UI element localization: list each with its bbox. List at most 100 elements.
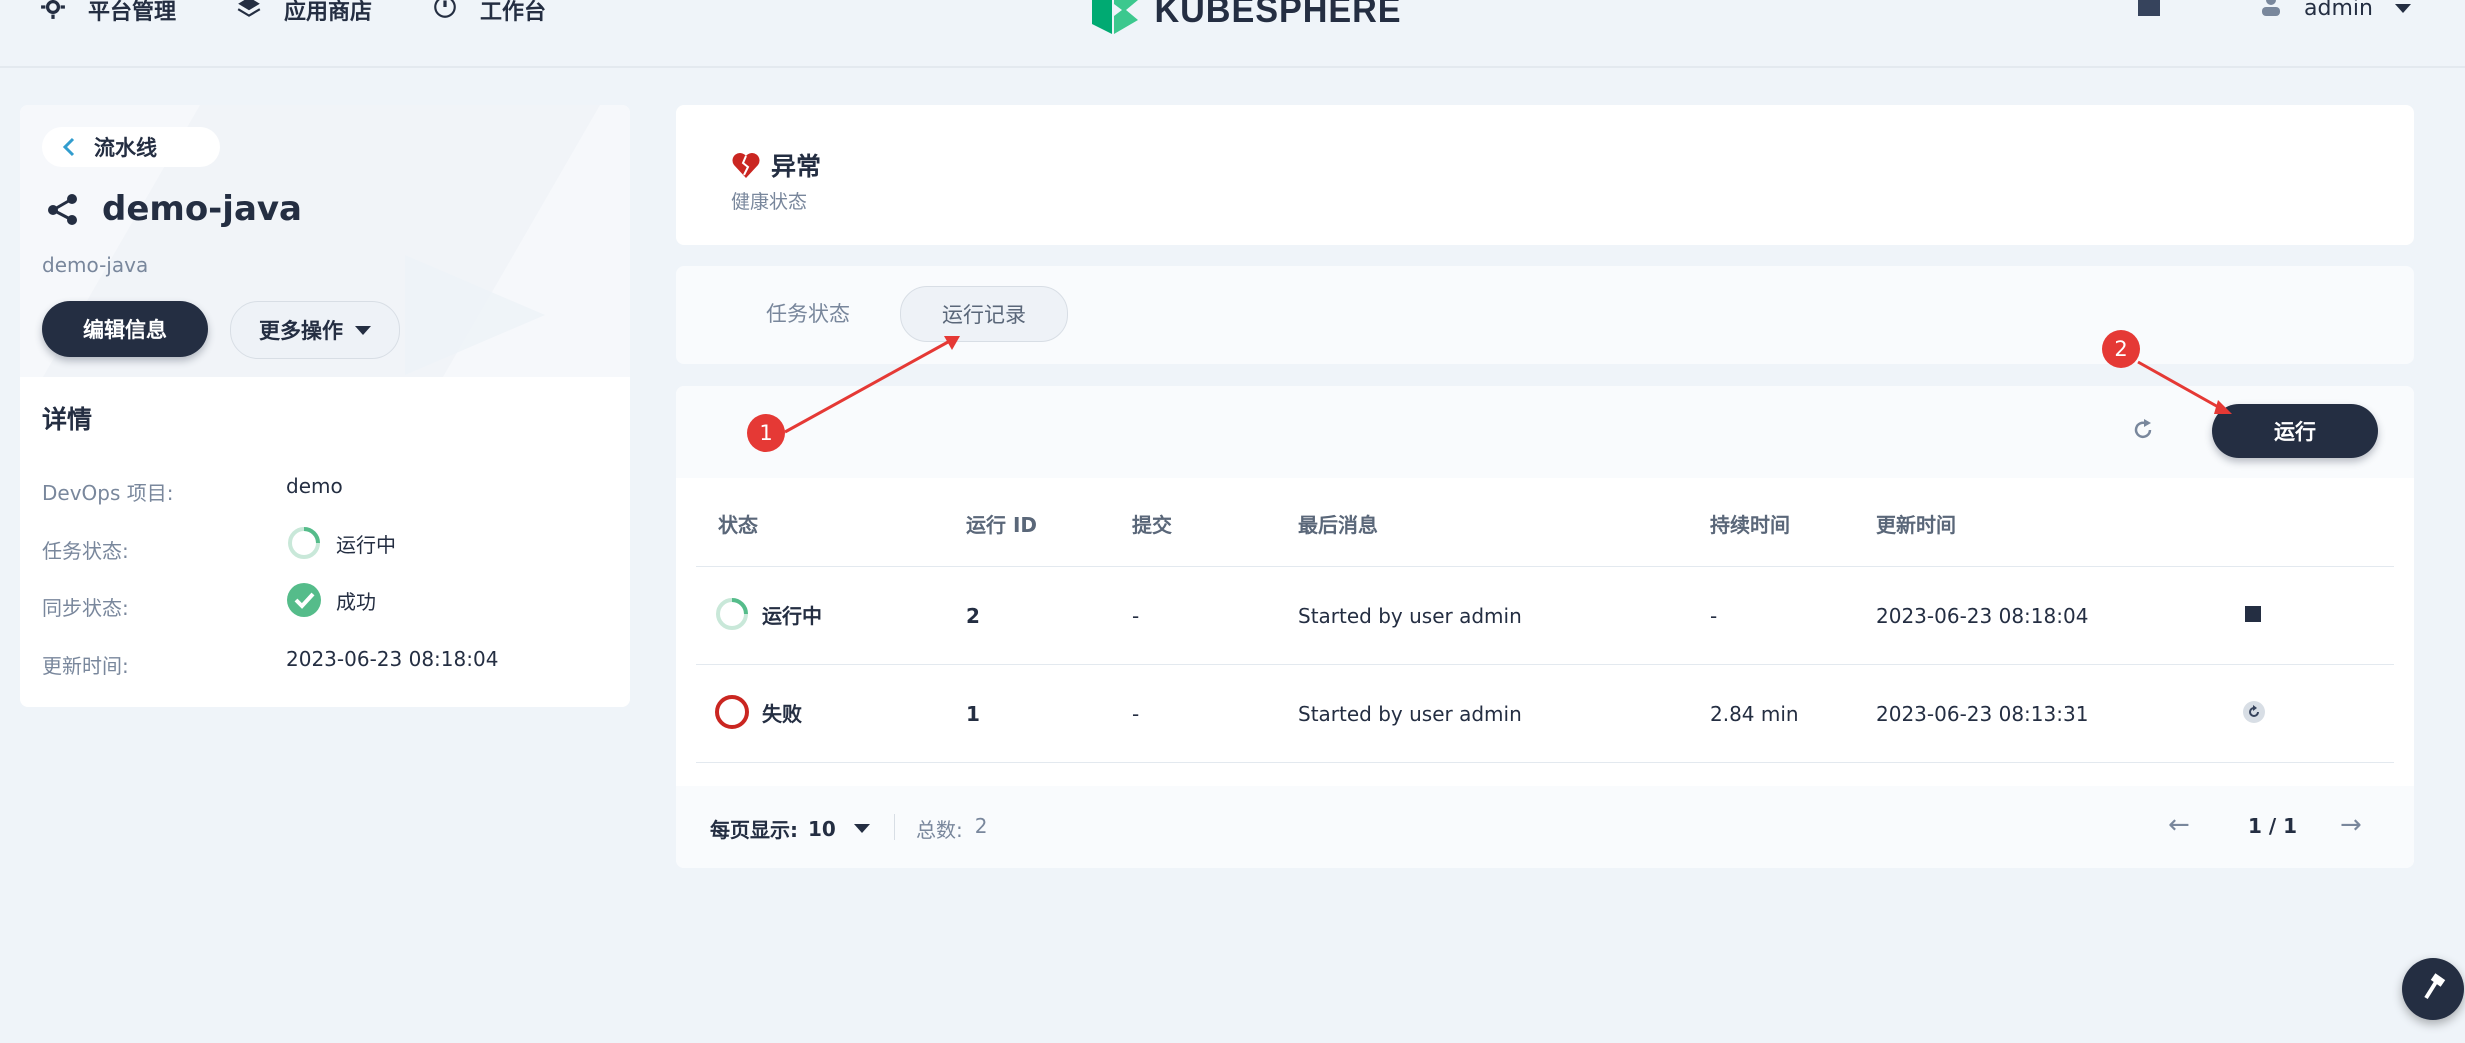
health-status-text: 异常: [771, 152, 822, 181]
pipeline-info-card: 流水线 demo-java demo-java 编辑信息 更多操作 详情 Dev…: [20, 105, 630, 707]
run-id-link[interactable]: 1: [966, 702, 980, 726]
total-count: 总数: 2: [916, 814, 987, 843]
table-toolbar: 运行: [676, 386, 2414, 478]
back-label: 流水线: [94, 136, 157, 160]
commit-value: -: [1132, 702, 1140, 726]
sync-status-text: 成功: [336, 589, 376, 614]
more-actions-label: 更多操作: [259, 319, 343, 343]
row-divider: [696, 664, 2394, 665]
pipeline-name: demo-java: [102, 189, 302, 229]
nav-platform-label: 平台管理: [88, 0, 177, 25]
pagination-footer: 每页显示: 10 总数: 2 ← 1 / 1 →: [676, 786, 2414, 868]
updated-value: 2023-06-23 08:13:31: [1876, 702, 2089, 726]
logo-text: KUBESPHERE: [1154, 0, 1402, 30]
running-status-icon: [716, 598, 748, 630]
duration-value: 2.84 min: [1710, 702, 1799, 726]
detail-label-task-status: 任务状态:: [42, 539, 129, 563]
username: admin: [2304, 0, 2373, 21]
pipeline-subtitle: demo-java: [42, 253, 149, 277]
column-header-duration: 持续时间: [1710, 513, 1790, 537]
nav-platform[interactable]: 平台管理: [40, 0, 176, 26]
run-id-link[interactable]: 2: [966, 604, 980, 628]
success-check-icon: [287, 583, 321, 617]
nav-workbench[interactable]: 工作台: [432, 0, 546, 26]
nav-appstore-label: 应用商店: [284, 0, 373, 25]
kubesphere-logo-icon: [1092, 0, 1138, 34]
detail-label-project: DevOps 项目:: [42, 481, 174, 505]
next-page-icon[interactable]: →: [2340, 810, 2362, 840]
kubesphere-logo[interactable]: KUBESPHERE: [1092, 0, 1408, 34]
annotation-badge-1: 1: [747, 414, 785, 452]
page-indicator: 1 / 1: [2248, 814, 2298, 838]
updated-time-text: 2023-06-23 08:18:04: [286, 647, 499, 671]
gear-icon: [40, 0, 66, 26]
refresh-icon[interactable]: [2130, 417, 2156, 443]
tabs-bar: 任务状态 运行记录: [676, 266, 2414, 364]
chevron-down-icon: [853, 824, 870, 833]
updated-value: 2023-06-23 08:18:04: [1876, 604, 2089, 628]
dashboard-icon: [432, 0, 458, 26]
detail-value-project: demo: [286, 474, 343, 498]
per-page-value: 10: [808, 816, 836, 841]
header-decoration-triangle: [405, 255, 545, 375]
pipeline-icon: [48, 194, 77, 225]
row-status: 运行中: [714, 596, 822, 632]
health-status-card: 异常 健康状态: [676, 105, 2414, 245]
total-value: 2: [974, 814, 988, 838]
previous-page-icon[interactable]: ←: [2168, 810, 2190, 840]
pipeline-header: 流水线 demo-java demo-java 编辑信息 更多操作: [20, 105, 630, 377]
tab-task-status[interactable]: 任务状态: [720, 286, 896, 340]
chevron-left-icon: [62, 137, 75, 157]
stop-icon[interactable]: [2245, 606, 2261, 622]
commit-value: -: [1132, 604, 1140, 628]
more-actions-button[interactable]: 更多操作: [230, 301, 400, 359]
user-icon: [2260, 0, 2282, 22]
edit-info-button[interactable]: 编辑信息: [42, 301, 208, 357]
column-header-last-message: 最后消息: [1298, 513, 1378, 537]
broken-heart-icon: [732, 153, 760, 178]
tab-run-records[interactable]: 运行记录: [900, 286, 1068, 342]
annotation-badge-2: 2: [2102, 330, 2140, 368]
status-text: 失败: [762, 701, 802, 726]
detail-value-updated: 2023-06-23 08:18:04: [286, 647, 498, 671]
user-menu[interactable]: admin: [2260, 0, 2411, 22]
row-divider: [696, 762, 2394, 763]
run-records-card: 运行 状态 运行 ID 提交 最后消息 持续时间 更新时间 运行中 2 - St…: [676, 386, 2414, 868]
detail-value-sync-status: 成功: [286, 582, 376, 618]
details-title: 详情: [42, 405, 93, 434]
row-divider: [696, 566, 2394, 567]
detail-label-updated: 更新时间:: [42, 654, 129, 678]
detail-label-sync-status: 同步状态:: [42, 596, 129, 620]
per-page-label: 每页显示:: [710, 818, 798, 842]
task-status-text: 运行中: [336, 532, 396, 557]
column-header-commit: 提交: [1132, 513, 1172, 537]
chevron-down-icon: [355, 325, 371, 335]
nav-appstore[interactable]: 应用商店: [236, 0, 372, 26]
health-status: 异常: [731, 147, 821, 183]
column-header-updated: 更新时间: [1876, 513, 1956, 537]
status-text: 运行中: [762, 603, 822, 628]
toolbox-button[interactable]: [2402, 958, 2464, 1020]
last-message: Started by user admin: [1298, 604, 1522, 628]
layers-icon: [236, 0, 262, 26]
total-label: 总数:: [916, 818, 963, 842]
health-status-label: 健康状态: [731, 191, 808, 213]
hammer-icon: [2424, 973, 2446, 1000]
per-page-select[interactable]: 每页显示: 10: [710, 814, 870, 843]
pipeline-title: demo-java: [46, 189, 302, 229]
last-message: Started by user admin: [1298, 702, 1522, 726]
column-header-run-id: 运行 ID: [966, 513, 1038, 537]
top-navigation: 平台管理 应用商店 工作台 KUBESPHERE admin: [0, 0, 2465, 68]
chevron-down-icon: [2394, 3, 2411, 13]
column-header-status: 状态: [718, 513, 758, 537]
run-button[interactable]: 运行: [2212, 404, 2378, 458]
back-to-pipelines-button[interactable]: 流水线: [42, 127, 220, 167]
replay-icon[interactable]: [2242, 700, 2266, 724]
running-status-icon: [288, 527, 320, 559]
nav-workbench-label: 工作台: [480, 0, 547, 25]
failed-status-icon: [715, 695, 749, 729]
row-status: 失败: [714, 694, 802, 730]
detail-value-task-status: 运行中: [286, 525, 396, 561]
document-icon[interactable]: [2138, 0, 2160, 16]
duration-value: -: [1710, 604, 1718, 628]
